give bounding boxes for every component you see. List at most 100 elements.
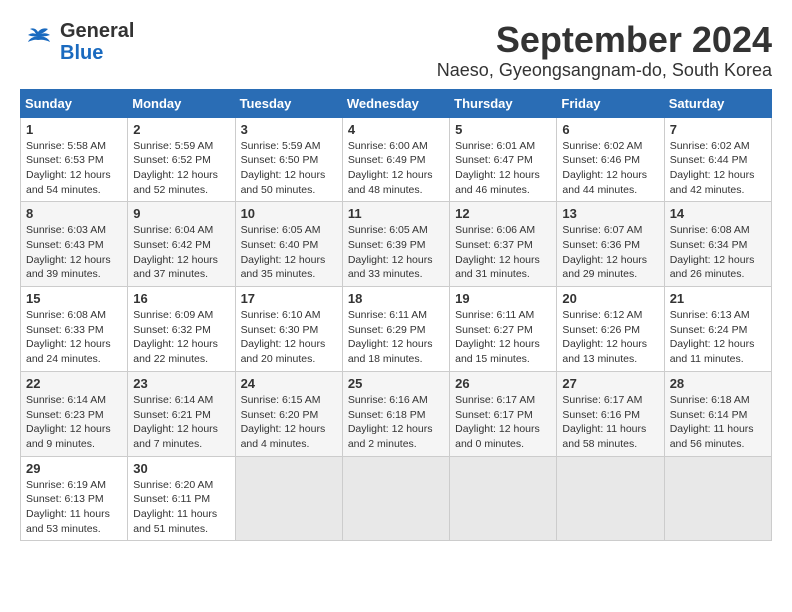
- day-number: 14: [670, 206, 766, 221]
- table-row: 29Sunrise: 6:19 AMSunset: 6:13 PMDayligh…: [21, 456, 128, 541]
- table-row: 28Sunrise: 6:18 AMSunset: 6:14 PMDayligh…: [664, 371, 771, 456]
- table-row: 1 Sunrise: 5:58 AMSunset: 6:53 PMDaylight…: [21, 117, 128, 202]
- day-number: 11: [348, 206, 444, 221]
- day-number: 30: [133, 461, 229, 476]
- day-number: 18: [348, 291, 444, 306]
- day-info: Sunrise: 6:11 AMSunset: 6:27 PMDaylight:…: [455, 308, 551, 367]
- logo-text-blue: Blue: [60, 42, 134, 64]
- day-number: 25: [348, 376, 444, 391]
- logo: General Blue: [20, 20, 134, 64]
- day-info: Sunrise: 6:17 AMSunset: 6:17 PMDaylight:…: [455, 393, 551, 452]
- day-number: 9: [133, 206, 229, 221]
- day-info: Sunrise: 6:14 AMSunset: 6:21 PMDaylight:…: [133, 393, 229, 452]
- col-tuesday: Tuesday: [235, 89, 342, 117]
- day-number: 22: [26, 376, 122, 391]
- day-number: 24: [241, 376, 337, 391]
- table-row: 3 Sunrise: 5:59 AMSunset: 6:50 PMDaylight…: [235, 117, 342, 202]
- table-row: 30 Sunrise: 6:20 AMSunset: 6:11 PMDayligh…: [128, 456, 235, 541]
- table-row: 7 Sunrise: 6:02 AMSunset: 6:44 PMDaylight…: [664, 117, 771, 202]
- day-number: 6: [562, 122, 658, 137]
- day-info: Sunrise: 6:12 AMSunset: 6:26 PMDaylight:…: [562, 308, 658, 367]
- day-number: 13: [562, 206, 658, 221]
- day-info: Sunrise: 5:59 AMSunset: 6:52 PMDaylight:…: [133, 139, 229, 198]
- calendar-row: 8 Sunrise: 6:03 AMSunset: 6:43 PMDaylight…: [21, 202, 772, 287]
- day-number: 5: [455, 122, 551, 137]
- table-row: 27 Sunrise: 6:17 AMSunset: 6:16 PMDayligh…: [557, 371, 664, 456]
- day-number: 27: [562, 376, 658, 391]
- table-row: 15 Sunrise: 6:08 AMSunset: 6:33 PMDayligh…: [21, 287, 128, 372]
- table-row: 5 Sunrise: 6:01 AMSunset: 6:47 PMDaylight…: [450, 117, 557, 202]
- table-row: 17 Sunrise: 6:10 AMSunset: 6:30 PMDayligh…: [235, 287, 342, 372]
- table-row: 22 Sunrise: 6:14 AMSunset: 6:23 PMDayligh…: [21, 371, 128, 456]
- table-row: 14 Sunrise: 6:08 AMSunset: 6:34 PMDayligh…: [664, 202, 771, 287]
- day-info: Sunrise: 5:58 AMSunset: 6:53 PMDaylight:…: [26, 139, 122, 198]
- day-number: 20: [562, 291, 658, 306]
- table-row: 19 Sunrise: 6:11 AMSunset: 6:27 PMDayligh…: [450, 287, 557, 372]
- col-friday: Friday: [557, 89, 664, 117]
- day-number: 17: [241, 291, 337, 306]
- table-row: [342, 456, 449, 541]
- header-row: Sunday Monday Tuesday Wednesday Thursday…: [21, 89, 772, 117]
- logo-bird-icon: [20, 27, 56, 57]
- logo-text-general: General: [60, 20, 134, 42]
- day-info: Sunrise: 6:16 AMSunset: 6:18 PMDaylight:…: [348, 393, 444, 452]
- table-row: 9 Sunrise: 6:04 AMSunset: 6:42 PMDaylight…: [128, 202, 235, 287]
- day-number: 28: [670, 376, 766, 391]
- day-number: 2: [133, 122, 229, 137]
- day-number: 1: [26, 122, 122, 137]
- day-info: Sunrise: 6:08 AMSunset: 6:33 PMDaylight:…: [26, 308, 122, 367]
- day-info: Sunrise: 6:02 AMSunset: 6:44 PMDaylight:…: [670, 139, 766, 198]
- day-number: 8: [26, 206, 122, 221]
- day-number: 15: [26, 291, 122, 306]
- day-number: 7: [670, 122, 766, 137]
- calendar-table: Sunday Monday Tuesday Wednesday Thursday…: [20, 89, 772, 542]
- day-info: Sunrise: 6:10 AMSunset: 6:30 PMDaylight:…: [241, 308, 337, 367]
- table-row: 26Sunrise: 6:17 AMSunset: 6:17 PMDayligh…: [450, 371, 557, 456]
- day-info: Sunrise: 6:15 AMSunset: 6:20 PMDaylight:…: [241, 393, 337, 452]
- table-row: [557, 456, 664, 541]
- table-row: 2 Sunrise: 5:59 AMSunset: 6:52 PMDaylight…: [128, 117, 235, 202]
- day-info: Sunrise: 6:07 AMSunset: 6:36 PMDaylight:…: [562, 223, 658, 282]
- table-row: 12Sunrise: 6:06 AMSunset: 6:37 PMDayligh…: [450, 202, 557, 287]
- day-info: Sunrise: 6:05 AMSunset: 6:40 PMDaylight:…: [241, 223, 337, 282]
- table-row: 21Sunrise: 6:13 AMSunset: 6:24 PMDayligh…: [664, 287, 771, 372]
- day-number: 3: [241, 122, 337, 137]
- day-info: Sunrise: 6:06 AMSunset: 6:37 PMDaylight:…: [455, 223, 551, 282]
- day-info: Sunrise: 6:14 AMSunset: 6:23 PMDaylight:…: [26, 393, 122, 452]
- table-row: 25 Sunrise: 6:16 AMSunset: 6:18 PMDayligh…: [342, 371, 449, 456]
- col-sunday: Sunday: [21, 89, 128, 117]
- table-row: 8 Sunrise: 6:03 AMSunset: 6:43 PMDaylight…: [21, 202, 128, 287]
- day-number: 23: [133, 376, 229, 391]
- day-number: 29: [26, 461, 122, 476]
- page-title: September 2024: [437, 20, 772, 60]
- day-info: Sunrise: 6:02 AMSunset: 6:46 PMDaylight:…: [562, 139, 658, 198]
- day-info: Sunrise: 6:08 AMSunset: 6:34 PMDaylight:…: [670, 223, 766, 282]
- col-wednesday: Wednesday: [342, 89, 449, 117]
- calendar-row: 15 Sunrise: 6:08 AMSunset: 6:33 PMDayligh…: [21, 287, 772, 372]
- col-thursday: Thursday: [450, 89, 557, 117]
- table-row: 18 Sunrise: 6:11 AMSunset: 6:29 PMDayligh…: [342, 287, 449, 372]
- day-number: 19: [455, 291, 551, 306]
- day-info: Sunrise: 6:17 AMSunset: 6:16 PMDaylight:…: [562, 393, 658, 452]
- day-info: Sunrise: 6:20 AMSunset: 6:11 PMDaylight:…: [133, 478, 229, 537]
- col-monday: Monday: [128, 89, 235, 117]
- day-info: Sunrise: 6:00 AMSunset: 6:49 PMDaylight:…: [348, 139, 444, 198]
- table-row: 10 Sunrise: 6:05 AMSunset: 6:40 PMDayligh…: [235, 202, 342, 287]
- table-row: 6 Sunrise: 6:02 AMSunset: 6:46 PMDaylight…: [557, 117, 664, 202]
- header: General Blue September 2024 Naeso, Gyeon…: [20, 20, 772, 81]
- table-row: 11Sunrise: 6:05 AMSunset: 6:39 PMDayligh…: [342, 202, 449, 287]
- day-info: Sunrise: 6:01 AMSunset: 6:47 PMDaylight:…: [455, 139, 551, 198]
- day-info: Sunrise: 5:59 AMSunset: 6:50 PMDaylight:…: [241, 139, 337, 198]
- day-number: 4: [348, 122, 444, 137]
- title-area: September 2024 Naeso, Gyeongsangnam-do, …: [437, 20, 772, 81]
- day-number: 10: [241, 206, 337, 221]
- calendar-row: 22 Sunrise: 6:14 AMSunset: 6:23 PMDayligh…: [21, 371, 772, 456]
- day-info: Sunrise: 6:03 AMSunset: 6:43 PMDaylight:…: [26, 223, 122, 282]
- table-row: 23 Sunrise: 6:14 AMSunset: 6:21 PMDayligh…: [128, 371, 235, 456]
- day-info: Sunrise: 6:04 AMSunset: 6:42 PMDaylight:…: [133, 223, 229, 282]
- day-info: Sunrise: 6:11 AMSunset: 6:29 PMDaylight:…: [348, 308, 444, 367]
- table-row: 13 Sunrise: 6:07 AMSunset: 6:36 PMDayligh…: [557, 202, 664, 287]
- table-row: [664, 456, 771, 541]
- table-row: 20 Sunrise: 6:12 AMSunset: 6:26 PMDayligh…: [557, 287, 664, 372]
- day-number: 21: [670, 291, 766, 306]
